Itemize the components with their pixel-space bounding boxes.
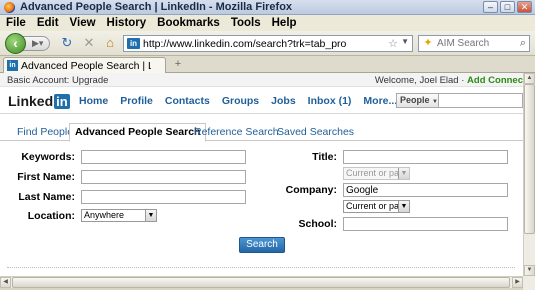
site-favicon-icon: in [127,38,140,49]
vertical-scrollbar[interactable]: ▲ ▼ [523,73,535,276]
tab-advanced-people-search-active[interactable]: Advanced People Search [69,123,207,142]
tab-title: Advanced People Search | Link... [21,59,151,72]
back-arrow-icon: ‹ [13,35,18,51]
scrollbar-corner [523,276,535,290]
menu-file[interactable]: File [6,17,26,29]
maximize-button[interactable]: □ [500,1,515,13]
company-input[interactable] [343,183,508,197]
home-icon[interactable]: ⌂ [103,36,117,50]
logo-in-badge: in [54,93,70,109]
keywords-label: Keywords: [21,151,75,163]
back-forward-group: ▶▾ ‹ [5,33,50,54]
chevron-down-icon: ▼ [398,168,409,179]
nav-inbox[interactable]: Inbox (1) [308,95,352,107]
window-controls: – □ ✕ [483,1,532,13]
scroll-up-icon[interactable]: ▲ [524,73,535,84]
location-value: Anywhere [84,210,125,220]
chevron-down-icon: ▼ [398,201,409,212]
forward-icon: ▶▾ [32,38,44,48]
horizontal-scrollbar[interactable]: ◀ ▶ [0,276,523,288]
add-connections-link[interactable]: Add Connec [467,75,523,86]
menu-view[interactable]: View [70,17,96,29]
account-strip: Basic Account: Upgrade Welcome, Joel Ela… [0,73,523,87]
nav-profile[interactable]: Profile [120,95,153,107]
account-status[interactable]: Basic Account: Upgrade [7,75,108,86]
nav-groups[interactable]: Groups [222,95,259,107]
nav-contacts[interactable]: Contacts [165,95,210,107]
stop-icon[interactable]: ✕ [82,36,96,50]
menu-bar: File Edit View History Bookmarks Tools H… [0,15,535,31]
page-content: Basic Account: Upgrade Welcome, Joel Ela… [0,73,523,276]
menu-history[interactable]: History [107,17,147,29]
back-button[interactable]: ‹ [5,33,26,54]
address-bar[interactable]: in ☆ ▼ [123,35,413,52]
nav-home[interactable]: Home [79,95,108,107]
last-name-input[interactable] [81,190,246,204]
tab-bar: in Advanced People Search | Link... + [0,56,535,73]
bookmark-star-icon[interactable]: ☆ [388,37,398,50]
tab-reference-search[interactable]: Reference Search [194,126,279,138]
search-type-select[interactable]: People ▼ [396,93,439,108]
close-button[interactable]: ✕ [517,1,532,13]
logo-text: Linked [8,93,54,109]
new-tab-button[interactable]: + [170,58,186,71]
scroll-right-icon[interactable]: ▶ [512,277,523,288]
people-search-input[interactable] [439,93,523,108]
location-select[interactable]: Anywhere ▼ [81,209,157,222]
tab-favicon-icon: in [7,60,18,71]
last-name-label: Last Name: [18,191,75,203]
search-subtabs: Find People Advanced People Search Refer… [0,123,523,142]
chevron-down-icon: ▼ [145,210,156,221]
window-title: Advanced People Search | LinkedIn - Mozi… [20,1,293,13]
company-scope-select[interactable]: Current or past ▼ [343,200,410,213]
vertical-scroll-thumb[interactable] [524,84,535,234]
reload-icon[interactable]: ↻ [60,36,74,50]
minimize-button[interactable]: – [483,1,498,13]
company-label: Company: [285,184,337,196]
first-name-input[interactable] [81,170,246,184]
main-nav: Home Profile Contacts Groups Jobs Inbox … [79,95,409,107]
title-input[interactable] [343,150,508,164]
horizontal-scroll-thumb[interactable] [12,277,510,288]
section-divider [7,267,515,268]
search-box[interactable]: ✦ ⌕ [418,35,530,52]
linkedin-header: Linked in Home Profile Contacts Groups Jo… [0,87,523,114]
tab-advanced-people-search[interactable]: in Advanced People Search | Link... [3,57,166,73]
welcome-area: Welcome, Joel Elad · Add Connec [374,75,523,86]
window-titlebar: Advanced People Search | LinkedIn - Mozi… [0,0,535,15]
menu-edit[interactable]: Edit [37,17,59,29]
menu-help[interactable]: Help [272,17,297,29]
menu-tools[interactable]: Tools [231,17,261,29]
url-dropdown-icon[interactable]: ▼ [401,37,409,46]
aim-search-input[interactable] [437,38,509,49]
linkedin-logo[interactable]: Linked in [8,93,70,109]
location-label: Location: [27,210,75,222]
search-type-value: People [400,95,430,105]
search-button[interactable]: Search [239,237,285,253]
first-name-label: First Name: [17,171,75,183]
tab-find-people[interactable]: Find People [17,126,73,138]
title-scope-select: Current or past ▼ [343,167,410,180]
scroll-left-icon[interactable]: ◀ [0,277,11,288]
search-icon[interactable]: ⌕ [520,37,526,50]
welcome-text: Welcome, Joel Elad [374,75,459,86]
menu-bookmarks[interactable]: Bookmarks [157,17,220,29]
keywords-input[interactable] [81,150,246,164]
school-input[interactable] [343,217,508,231]
nav-jobs[interactable]: Jobs [271,95,296,107]
forward-button[interactable]: ▶▾ [22,36,50,51]
navigation-toolbar: ▶▾ ‹ ↻ ✕ ⌂ in ☆ ▼ ✦ ⌕ [0,31,535,56]
nav-more[interactable]: More... [363,95,397,107]
school-label: School: [298,218,338,230]
title-label: Title: [312,151,337,163]
chevron-down-icon: ▼ [432,99,438,105]
aim-icon[interactable]: ✦ [419,36,437,51]
firefox-icon [4,1,15,13]
url-input[interactable] [143,37,383,50]
scroll-down-icon[interactable]: ▼ [524,265,535,276]
tab-saved-searches[interactable]: Saved Searches [277,126,354,138]
